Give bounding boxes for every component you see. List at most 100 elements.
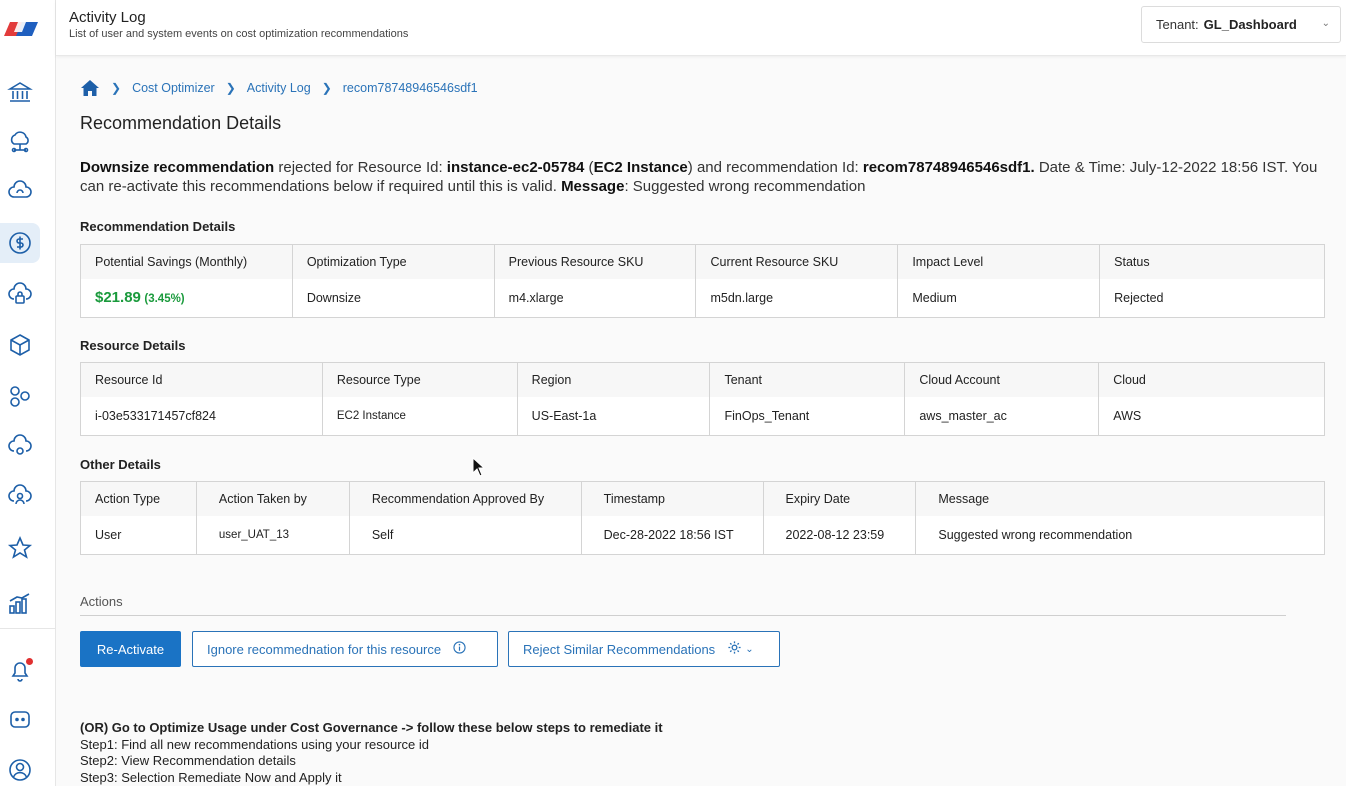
step-1: Step1: Find all new recommendations usin… [80, 736, 430, 752]
cloud-user-icon[interactable] [5, 482, 35, 512]
column-header: Status [1099, 244, 1325, 279]
status-cell: Rejected [1099, 278, 1325, 318]
bell-icon[interactable] [5, 656, 35, 686]
impact-level-cell: Medium [897, 278, 1100, 318]
table-row: $21.89 (3.45%) Downsize m4.xlarge m5dn.l… [80, 278, 1325, 318]
chevron-down-icon: ⌄ [1321, 18, 1330, 29]
summary-resource-id: instance-ec2-05784 [446, 159, 585, 176]
sidebar [0, 0, 56, 786]
tenant-select[interactable]: Tenant: GL_Dashboard ⌄ [1141, 6, 1341, 43]
actions-title: Actions [80, 594, 123, 609]
column-header: Action Type [80, 481, 197, 516]
savings-cell: $21.89 (3.45%) [80, 278, 293, 318]
column-header: Previous Resource SKU [493, 244, 696, 279]
summary-text-1: rejected for Resource Id: [274, 159, 447, 176]
actions-divider [80, 615, 1286, 616]
reject-similar-label: Reject Similar Recommendations [523, 641, 716, 657]
approved-by-cell: Self [348, 515, 582, 555]
cube-icon[interactable] [5, 330, 35, 360]
reject-similar-button[interactable]: Reject Similar Recommendations ⌄ [508, 631, 780, 667]
savings-percent: (3.45%) [144, 293, 185, 306]
summary-resource-type: EC2 Instance [593, 159, 688, 176]
dollar-icon[interactable] [0, 223, 40, 263]
bar-chart-icon[interactable] [5, 589, 35, 619]
resource-type-cell: EC2 Instance [321, 396, 518, 436]
chevron-right-icon: ❯ [111, 81, 122, 95]
column-header: Timestamp [580, 481, 764, 516]
chevron-right-icon: ❯ [321, 81, 332, 95]
optimization-type-cell: Downsize [291, 278, 495, 318]
table-row: User user_UAT_13 Self Dec-28-2022 18:56 … [80, 515, 1325, 555]
column-header: Tenant [709, 362, 905, 397]
current-sku-cell: m5dn.large [695, 278, 898, 318]
expiry-date-cell: 2022-08-12 23:59 [762, 515, 916, 555]
cloud-lock-icon[interactable] [5, 280, 35, 310]
info-icon[interactable] [453, 641, 466, 657]
summary-rec-id: recom78748946546sdf1. [862, 159, 1035, 176]
breadcrumb-cost-optimizer[interactable]: Cost Optimizer [132, 81, 215, 95]
breadcrumb: ❯ Cost Optimizer ❯ Activity Log ❯ recom7… [80, 79, 478, 97]
column-header: Impact Level [897, 244, 1100, 279]
column-header: Resource Id [80, 362, 323, 397]
column-header: Message [915, 481, 1325, 516]
summary-message-label: Message [561, 178, 625, 195]
action-type-cell: User [80, 515, 197, 555]
resource-details-title: Resource Details [80, 338, 186, 353]
cloud-account-cell: aws_master_ac [904, 396, 1099, 436]
tenant-value: GL_Dashboard [1203, 17, 1297, 32]
action-taken-by-cell: user_UAT_13 [195, 515, 350, 555]
table-header-row: Resource Id Resource Type Region Tenant … [80, 362, 1325, 397]
column-header: Resource Type [321, 362, 518, 397]
user-circle-icon[interactable] [5, 755, 35, 785]
gear-icon[interactable] [727, 640, 742, 658]
summary-text-2: ( [584, 159, 594, 176]
column-header: Action Taken by [195, 481, 350, 516]
cloud-cell: AWS [1098, 396, 1325, 436]
cloud-gear-icon[interactable] [5, 432, 35, 462]
breadcrumb-recommendation-id[interactable]: recom78748946546sdf1 [343, 81, 478, 95]
app-subtitle: List of user and system events on cost o… [69, 28, 409, 40]
cloud-sync-icon[interactable] [5, 177, 35, 207]
recommendation-details-table: Potential Savings (Monthly) Optimization… [80, 244, 1325, 318]
top-header: Activity Log List of user and system eve… [56, 0, 1346, 56]
notification-dot [26, 658, 33, 665]
table-row: i-03e533171457cf824 EC2 Instance US-East… [80, 396, 1325, 436]
reactivate-button[interactable]: Re-Activate [80, 631, 181, 667]
main-content: ❯ Cost Optimizer ❯ Activity Log ❯ recom7… [56, 57, 1346, 786]
ignore-recommendation-label: Ignore recommednation for this resource [207, 641, 442, 657]
column-header: Potential Savings (Monthly) [80, 244, 293, 279]
table-header-row: Potential Savings (Monthly) Optimization… [80, 244, 1325, 279]
breadcrumb-activity-log[interactable]: Activity Log [247, 81, 311, 95]
column-header: Recommendation Approved By [348, 481, 582, 516]
column-header: Current Resource SKU [695, 244, 898, 279]
chevron-down-icon[interactable]: ⌄ [745, 644, 753, 655]
cloud-network-icon[interactable] [5, 127, 35, 157]
star-icon[interactable] [5, 533, 35, 563]
recommendation-summary: Downsize recommendation rejected for Res… [80, 158, 1320, 196]
summary-rec-type: Downsize recommendation [80, 159, 275, 176]
chat-icon[interactable] [5, 705, 35, 735]
resource-id-cell: i-03e533171457cf824 [80, 396, 323, 436]
tenant-label: Tenant: [1156, 17, 1199, 32]
remediation-steps: (OR) Go to Optimize Usage under Cost Gov… [80, 720, 663, 786]
savings-value: $21.89 [95, 289, 141, 307]
message-cell: Suggested wrong recommendation [915, 515, 1325, 555]
resource-details-table: Resource Id Resource Type Region Tenant … [80, 362, 1325, 436]
bank-icon[interactable] [5, 77, 35, 107]
home-icon[interactable] [80, 79, 100, 97]
step-2: Step2: View Recommendation details [80, 753, 296, 768]
other-details-table: Action Type Action Taken by Recommendati… [80, 481, 1325, 555]
recommendation-details-title: Recommendation Details [80, 219, 236, 234]
step-3: Step3: Selection Remediate Now and Apply… [80, 769, 342, 785]
gears-icon[interactable] [5, 381, 35, 411]
region-cell: US-East-1a [516, 396, 710, 436]
previous-sku-cell: m4.xlarge [493, 278, 696, 318]
app-logo[interactable] [4, 14, 38, 44]
column-header: Cloud Account [904, 362, 1099, 397]
ignore-recommendation-button[interactable]: Ignore recommednation for this resource [192, 631, 498, 667]
summary-text-3: ) and recommendation Id: [687, 159, 863, 176]
mouse-cursor [472, 456, 486, 477]
steps-heading: (OR) Go to Optimize Usage under Cost Gov… [80, 720, 663, 735]
tenant-cell: FinOps_Tenant [709, 396, 905, 436]
summary-message: : Suggested wrong recommendation [624, 178, 866, 195]
